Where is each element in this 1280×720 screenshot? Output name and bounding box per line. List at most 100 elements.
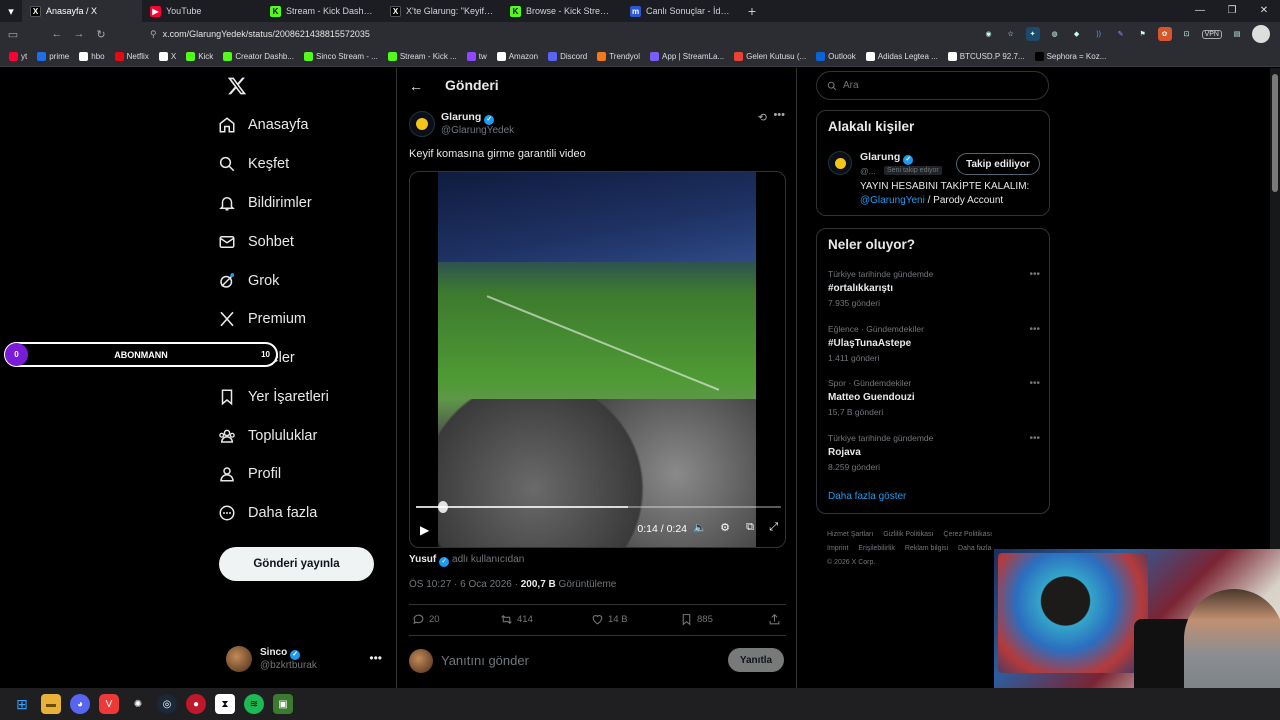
bookmark-item[interactable]: BTCUSD.P 92.7... <box>945 51 1028 61</box>
nav-communities[interactable]: Topluluklar <box>218 421 317 451</box>
reload-icon[interactable]: ↻ <box>90 28 112 41</box>
browser-tab-3[interactable]: XX'te Glarung: "Keyif komas <box>382 0 502 22</box>
extension-icon[interactable]: ✎ <box>1114 27 1128 41</box>
extension-icon[interactable]: ⚑ <box>1136 27 1150 41</box>
bookmark-item[interactable]: hbo <box>76 51 107 61</box>
bookmark-item[interactable]: Amazon <box>494 51 541 61</box>
browser-tab-5[interactable]: mCanlı Sonuçlar - İddaa Sonu <box>622 0 742 22</box>
nav-profile[interactable]: Profil <box>218 459 281 489</box>
nav-explore[interactable]: Keşfet <box>218 149 289 179</box>
browser-menu-icon[interactable]: ▾ <box>0 5 22 18</box>
like-action[interactable]: 14 B <box>591 613 628 626</box>
browser-tab-4[interactable]: KBrowse - Kick Streaming <box>502 0 622 22</box>
extension-icon[interactable]: ✿ <box>1157 27 1172 41</box>
vivaldi-icon[interactable]: V <box>99 694 119 714</box>
bookmark-item[interactable]: X <box>156 51 179 61</box>
sidebar-toggle-icon[interactable]: ▭ <box>2 28 24 41</box>
account-switcher[interactable]: Sinco ✓ @bzkrtburak ••• <box>226 642 386 676</box>
nav-home[interactable]: Anasayfa <box>218 110 308 140</box>
nav-premium[interactable]: Premium <box>218 304 306 334</box>
bookmark-item[interactable]: Netflix <box>112 51 152 61</box>
back-icon[interactable]: ← <box>46 28 68 40</box>
nav-more[interactable]: Daha fazla <box>218 498 317 528</box>
cast-icon[interactable]: ◉ <box>982 27 996 41</box>
more-dots-icon[interactable]: ••• <box>773 109 785 121</box>
back-arrow-icon[interactable]: ← <box>409 78 423 94</box>
discord-icon[interactable]: ◕ <box>70 694 90 714</box>
more-dots-icon[interactable]: ••• <box>1029 433 1040 444</box>
x-logo-icon[interactable] <box>227 76 247 96</box>
more-dots-icon[interactable]: ••• <box>1029 324 1040 335</box>
post-button[interactable]: Gönderi yayınla <box>219 547 374 581</box>
extension-icon[interactable]: ◆ <box>1070 27 1084 41</box>
bookmark-item[interactable]: Creator Dashb... <box>220 51 297 61</box>
forward-icon[interactable]: → <box>68 28 90 40</box>
picture-in-picture-icon[interactable]: ⧉ <box>746 521 754 534</box>
extension-icon[interactable]: ◍ <box>1048 27 1062 41</box>
minimize-icon[interactable]: — <box>1184 0 1216 22</box>
avatar[interactable] <box>828 151 852 175</box>
reply-button[interactable]: Yanıtla <box>728 648 784 672</box>
close-icon[interactable]: ✕ <box>1248 0 1280 22</box>
capcut-icon[interactable]: ⧗ <box>215 694 235 714</box>
browser-tab-2[interactable]: KStream - Kick Dashboard <box>262 0 382 22</box>
steam-icon[interactable]: ◎ <box>157 694 177 714</box>
more-dots-icon[interactable]: ••• <box>1029 378 1040 389</box>
nav-bookmarks[interactable]: Yer İşaretleri <box>218 382 329 412</box>
url-field[interactable]: ⚲ x.com/GlarungYedek/status/200862143881… <box>150 26 970 42</box>
volume-icon[interactable]: 🔈 <box>693 521 707 534</box>
file-explorer-icon[interactable]: ▬ <box>41 694 61 714</box>
browser-profile-avatar[interactable] <box>1252 25 1270 43</box>
chatgpt-icon[interactable]: ✺ <box>128 694 148 714</box>
show-more-link[interactable]: Daha fazla göster <box>828 491 906 502</box>
trend-item[interactable]: Türkiye tarihinde gündemde #ortalıkkarış… <box>828 269 1040 315</box>
more-dots-icon[interactable]: ••• <box>1029 269 1040 280</box>
browser-tab-1[interactable]: ▶ YouTube <box>142 0 262 22</box>
video-player[interactable]: ▶ 0:14 / 0:24 🔈 ⚙ ⧉ ⤢ <box>409 171 786 548</box>
vpn-badge[interactable]: VPN <box>1201 29 1222 39</box>
avatar[interactable] <box>409 111 435 137</box>
app-icon[interactable]: ▣ <box>273 694 293 714</box>
app-icon[interactable]: ● <box>186 694 206 714</box>
bookmark-item[interactable]: yt <box>6 51 30 61</box>
bookmark-item[interactable]: Sinco Stream - ... <box>301 51 381 61</box>
trend-item[interactable]: Spor · Gündemdekiler Matteo Guendouzi 15… <box>828 378 1040 424</box>
bookmark-item[interactable]: Adidas Legtea ... <box>863 51 941 61</box>
bookmark-item[interactable]: Stream - Kick ... <box>385 51 460 61</box>
site-info-icon[interactable]: ⚲ <box>150 29 157 40</box>
bookmark-item[interactable]: prime <box>34 51 72 61</box>
bookmark-action[interactable]: 885 <box>680 613 713 626</box>
grok-explain-icon[interactable]: ⟲ <box>758 111 767 124</box>
new-tab-button[interactable]: + <box>742 3 762 19</box>
trend-item[interactable]: Eğlence · Gündemdekiler #UlaşTunaAstepe … <box>828 324 1040 370</box>
extension-icon[interactable]: )) <box>1092 27 1106 41</box>
bookmark-item[interactable]: Discord <box>545 51 590 61</box>
repost-action[interactable]: 414 <box>500 613 533 626</box>
bookmark-star-icon[interactable]: ☆ <box>1004 27 1018 41</box>
extension-icon[interactable]: ⊡ <box>1180 27 1194 41</box>
fullscreen-icon[interactable]: ⤢ <box>769 521 778 534</box>
share-action[interactable] <box>768 613 781 626</box>
play-icon[interactable]: ▶ <box>420 523 429 537</box>
bookmark-item[interactable]: Gelen Kutusu (... <box>731 51 809 61</box>
spotify-icon[interactable]: ≋ <box>244 694 264 714</box>
bookmark-item[interactable]: App | StreamLa... <box>647 51 727 61</box>
bookmark-item[interactable]: Sephora = Koz... <box>1032 51 1110 61</box>
search-input[interactable]: Ara <box>816 71 1049 100</box>
wallet-icon[interactable]: ▤ <box>1230 27 1244 41</box>
reply-action[interactable]: 20 <box>412 613 440 626</box>
settings-gear-icon[interactable]: ⚙ <box>720 521 730 534</box>
trend-item[interactable]: Türkiye tarihinde gündemde Rojava 8.259 … <box>828 433 1040 479</box>
extension-icon[interactable]: ✦ <box>1025 27 1040 41</box>
nav-grok[interactable]: Grok <box>218 266 279 296</box>
nav-notifications[interactable]: Bildirimler <box>218 188 312 218</box>
bookmark-item[interactable]: Kick <box>183 51 216 61</box>
more-dots-icon[interactable]: ••• <box>369 651 382 665</box>
bookmark-item[interactable]: Outlook <box>813 51 859 61</box>
restore-icon[interactable]: ❐ <box>1216 0 1248 22</box>
bookmark-item[interactable]: tw <box>464 51 490 61</box>
windows-start-icon[interactable]: ⊞ <box>12 694 32 714</box>
following-button[interactable]: Takip ediliyor <box>956 153 1040 175</box>
reply-input[interactable]: Yanıtını gönder <box>441 653 529 668</box>
video-progress-track[interactable] <box>416 506 781 508</box>
